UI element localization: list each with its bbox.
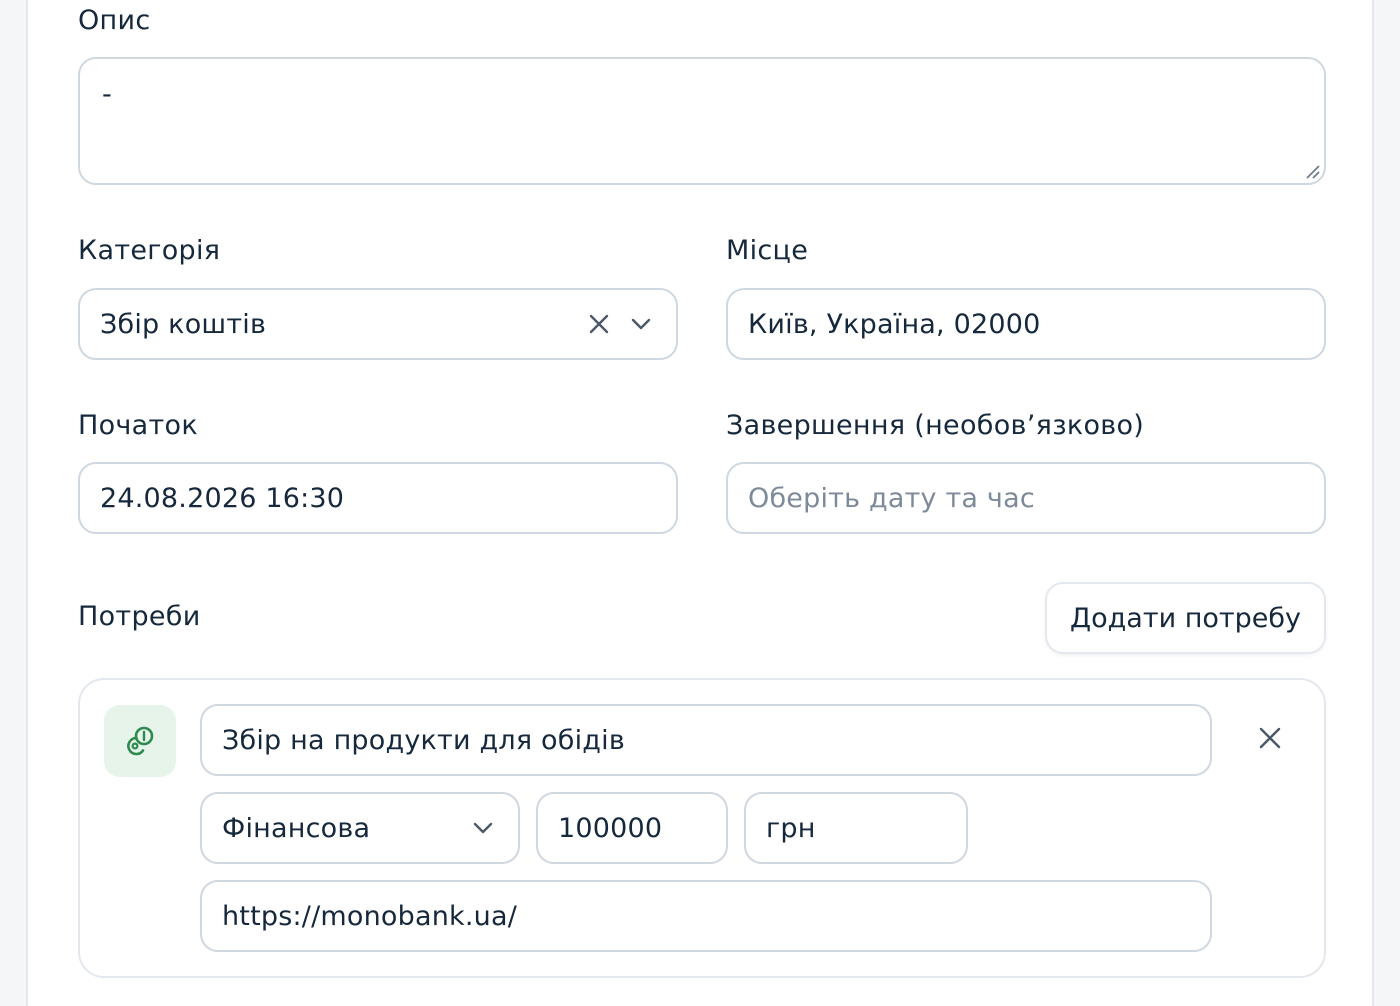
need-link-input[interactable]: https://monobank.ua/ (200, 880, 1212, 952)
start-value: 24.08.2026 16:30 (100, 482, 345, 514)
description-value: - (102, 79, 112, 110)
category-label: Категорія (78, 235, 221, 266)
place-input[interactable]: Київ, Україна, 02000 (726, 288, 1326, 360)
need-link-value: https://monobank.ua/ (222, 900, 518, 932)
description-label: Опис (78, 5, 151, 36)
end-label: Завершення (необов’язково) (726, 410, 1145, 441)
start-label: Початок (78, 410, 198, 441)
resize-handle-icon[interactable] (1304, 163, 1320, 179)
start-datetime-input[interactable]: 24.08.2026 16:30 (78, 462, 678, 534)
category-value: Збір коштів (100, 308, 267, 340)
need-icon-container (104, 705, 176, 777)
description-textarea[interactable]: - (78, 57, 1326, 185)
need-currency-input[interactable]: грн (744, 792, 968, 864)
chevron-down-icon[interactable] (468, 813, 498, 843)
end-datetime-input[interactable]: Оберіть дату та час (726, 462, 1326, 534)
need-amount-value: 100000 (558, 812, 663, 844)
end-placeholder: Оберіть дату та час (748, 482, 1035, 514)
place-value: Київ, Україна, 02000 (748, 308, 1041, 340)
form-panel: Опис - Категорія Збір коштів Місце Київ,… (26, 0, 1374, 1006)
need-amount-input[interactable]: 100000 (536, 792, 728, 864)
coins-icon (127, 726, 154, 756)
need-title-input[interactable]: Збір на продукти для обідів (200, 704, 1212, 776)
remove-need-icon[interactable] (1252, 720, 1288, 756)
add-need-button[interactable]: Додати потребу (1045, 582, 1326, 654)
category-select[interactable]: Збір коштів (78, 288, 678, 360)
need-type-select[interactable]: Фінансова (200, 792, 520, 864)
chevron-down-icon[interactable] (626, 309, 656, 339)
place-label: Місце (726, 235, 809, 266)
need-type-value: Фінансова (222, 812, 371, 844)
need-currency-value: грн (766, 812, 816, 844)
need-card: Збір на продукти для обідів Фінансова 10… (78, 678, 1326, 978)
need-title-value: Збір на продукти для обідів (222, 724, 625, 756)
clear-icon[interactable] (584, 309, 614, 339)
needs-label: Потреби (78, 601, 201, 632)
